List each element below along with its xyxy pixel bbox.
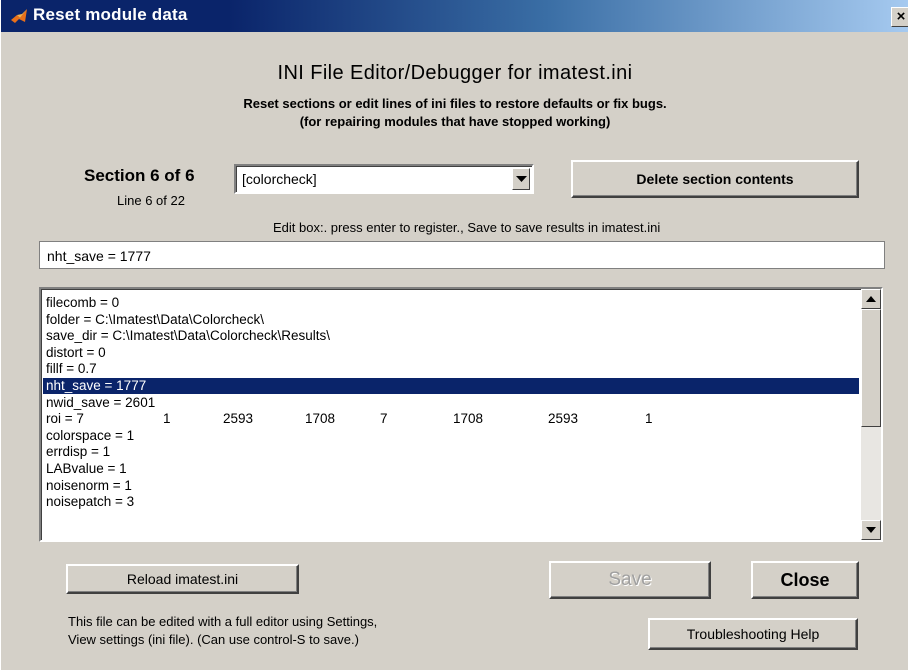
arrow-down-icon xyxy=(866,527,876,533)
footer-note-line-2: View settings (ini file). (Can use contr… xyxy=(68,632,359,647)
list-item[interactable]: noisenorm = 1 xyxy=(43,478,859,494)
list-item[interactable]: errdisp = 1 xyxy=(43,444,859,460)
page-title: INI File Editor/Debugger for imatest.ini xyxy=(277,62,633,84)
ini-lines-listbox[interactable]: filecomb = 0 folder = C:\Imatest\Data\Col… xyxy=(39,287,883,542)
list-scrollbar[interactable] xyxy=(861,289,881,540)
subtitle-line-1: Reset sections or edit lines of ini file… xyxy=(243,96,667,111)
subtitle-line-2: (for repairing modules that have stopped… xyxy=(299,114,611,129)
close-button[interactable]: Close xyxy=(751,561,859,599)
scroll-up-button[interactable] xyxy=(861,289,881,309)
list-item[interactable]: folder = C:\Imatest\Data\Colorcheck\ xyxy=(43,312,859,328)
footer-note-line-1: This file can be edited with a full edit… xyxy=(68,614,378,629)
roi-value: 1 xyxy=(645,411,653,427)
roi-value: 1708 xyxy=(453,411,484,427)
section-dropdown-value: [colorcheck] xyxy=(242,171,317,187)
list-item[interactable]: fillf = 0.7 xyxy=(43,361,859,377)
matlab-icon xyxy=(11,9,27,23)
chevron-down-icon xyxy=(516,176,527,182)
list-item[interactable]: filecomb = 0 xyxy=(43,295,859,311)
troubleshooting-help-button[interactable]: Troubleshooting Help xyxy=(648,618,858,650)
roi-label: roi = 7 xyxy=(46,411,84,427)
list-item[interactable]: nwid_save = 2601 xyxy=(43,395,859,411)
save-button[interactable]: Save xyxy=(549,561,711,599)
dialog-window: Reset module data × INI File Editor/Debu… xyxy=(0,0,908,670)
window-title: Reset module data xyxy=(33,5,188,24)
list-item[interactable]: LABvalue = 1 xyxy=(43,461,859,477)
roi-value: 7 xyxy=(380,411,388,427)
scroll-down-button[interactable] xyxy=(861,520,881,540)
title-bar[interactable]: Reset module data × xyxy=(1,0,908,32)
scroll-thumb[interactable] xyxy=(861,309,881,427)
list-item[interactable]: roi = 7 1 2593 1708 7 1708 2593 1 xyxy=(43,411,859,427)
list-item[interactable]: noisepatch = 3 xyxy=(43,494,859,510)
list-item[interactable]: save_dir = C:\Imatest\Data\Colorcheck\Re… xyxy=(43,328,859,344)
roi-value: 2593 xyxy=(223,411,254,427)
edit-line-input[interactable]: nht_save = 1777 xyxy=(39,241,885,269)
roi-value: 1 xyxy=(163,411,171,427)
footer-note: This file can be edited with a full edit… xyxy=(68,613,377,649)
reload-ini-button[interactable]: Reload imatest.ini xyxy=(66,564,299,594)
list-item[interactable]: nht_save = 1777 xyxy=(43,378,859,394)
arrow-up-icon xyxy=(866,296,876,302)
dropdown-button[interactable] xyxy=(512,168,530,190)
roi-value: 2593 xyxy=(548,411,579,427)
close-window-button[interactable]: × xyxy=(891,7,908,27)
list-item[interactable]: distort = 0 xyxy=(43,345,859,361)
delete-section-button[interactable]: Delete section contents xyxy=(571,160,859,198)
section-counter: Section 6 of 6 xyxy=(84,166,195,185)
edit-box-caption: Edit box:. press enter to register., Sav… xyxy=(273,220,661,235)
section-dropdown[interactable]: [colorcheck] xyxy=(234,164,534,194)
roi-value: 1708 xyxy=(305,411,336,427)
list-item[interactable]: colorspace = 1 xyxy=(43,428,859,444)
line-counter: Line 6 of 22 xyxy=(117,193,185,208)
